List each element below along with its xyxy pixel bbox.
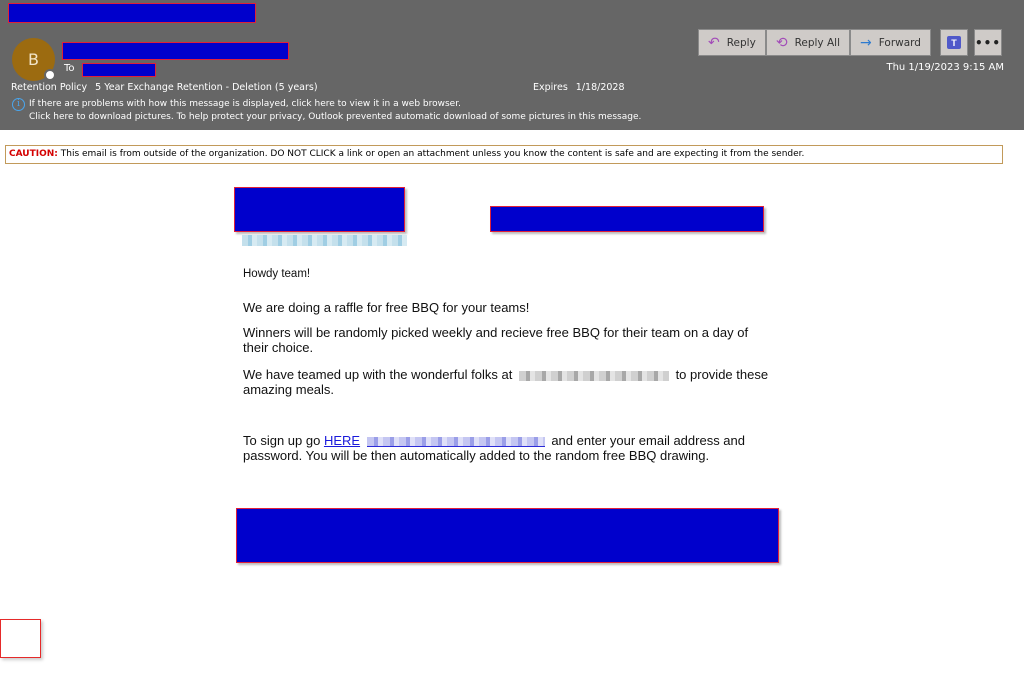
response-toolbar: ↶ Reply ⟲ Reply All → Forward [698,29,931,56]
forward-button[interactable]: → Forward [850,29,931,56]
signup-text-before: To sign up go [243,433,324,448]
reply-icon: ↶ [708,34,720,51]
expires-value: 1/18/2028 [575,82,625,93]
teams-icon: T [947,36,961,49]
caution-label: CAUTION: [9,149,58,159]
paragraph-raffle: We are doing a raffle for free BBQ for y… [243,300,530,315]
more-icon: ••• [975,35,1002,50]
avatar-initial: B [28,50,39,69]
redacted-title-image [490,206,764,232]
info-icon: i [12,98,25,111]
reply-button[interactable]: ↶ Reply [698,29,766,56]
blurred-signup-url[interactable] [366,436,545,447]
retention-policy: Retention Policy 5 Year Exchange Retentio… [11,82,318,93]
forward-icon: → [860,34,872,51]
paragraph-winners: Winners will be randomly picked weekly a… [243,325,749,355]
redacted-sender[interactable] [62,42,289,60]
retention-label: Retention Policy [11,82,88,93]
caution-text: This email is from outside of the organi… [57,149,805,159]
signup-here-link[interactable]: HERE [324,433,360,448]
view-in-browser-notice[interactable]: If there are problems with how this mess… [29,99,461,109]
paragraph-partner: We have teamed up with the wonderful fol… [243,367,773,397]
to-label: To [64,63,75,74]
redacted-recipient[interactable] [82,63,156,77]
reply-all-icon: ⟲ [775,34,788,51]
expires-label: Expires [533,82,568,93]
presence-status-icon [44,69,56,81]
more-actions-button[interactable]: ••• [974,29,1002,56]
redacted-logo-image [234,187,405,232]
broken-image-placeholder [0,619,41,658]
download-pictures-notice[interactable]: Click here to download pictures. To help… [29,112,641,122]
redacted-subject [8,3,256,23]
reply-all-button[interactable]: ⟲ Reply All [765,29,850,56]
external-caution-banner: CAUTION: This email is from outside of t… [5,145,1003,164]
teams-button[interactable]: T [940,29,968,56]
received-date: Thu 1/19/2023 9:15 AM [886,62,1004,73]
retention-value: 5 Year Exchange Retention - Deletion (5 … [95,82,318,93]
reply-label: Reply [726,36,756,49]
paragraph-signup: To sign up go HERE and enter your email … [243,433,773,463]
redacted-footer-banner [236,508,779,563]
forward-label: Forward [878,36,921,49]
expires: Expires 1/18/2028 [533,82,625,93]
blurred-partner-name [518,370,669,381]
reply-all-label: Reply All [794,36,840,49]
partner-text-before: We have teamed up with the wonderful fol… [243,367,513,382]
blurred-email-address [242,235,407,246]
greeting: Howdy team! [243,268,311,280]
message-header: B To Retention Policy 5 Year Exchange Ret… [0,0,1024,130]
